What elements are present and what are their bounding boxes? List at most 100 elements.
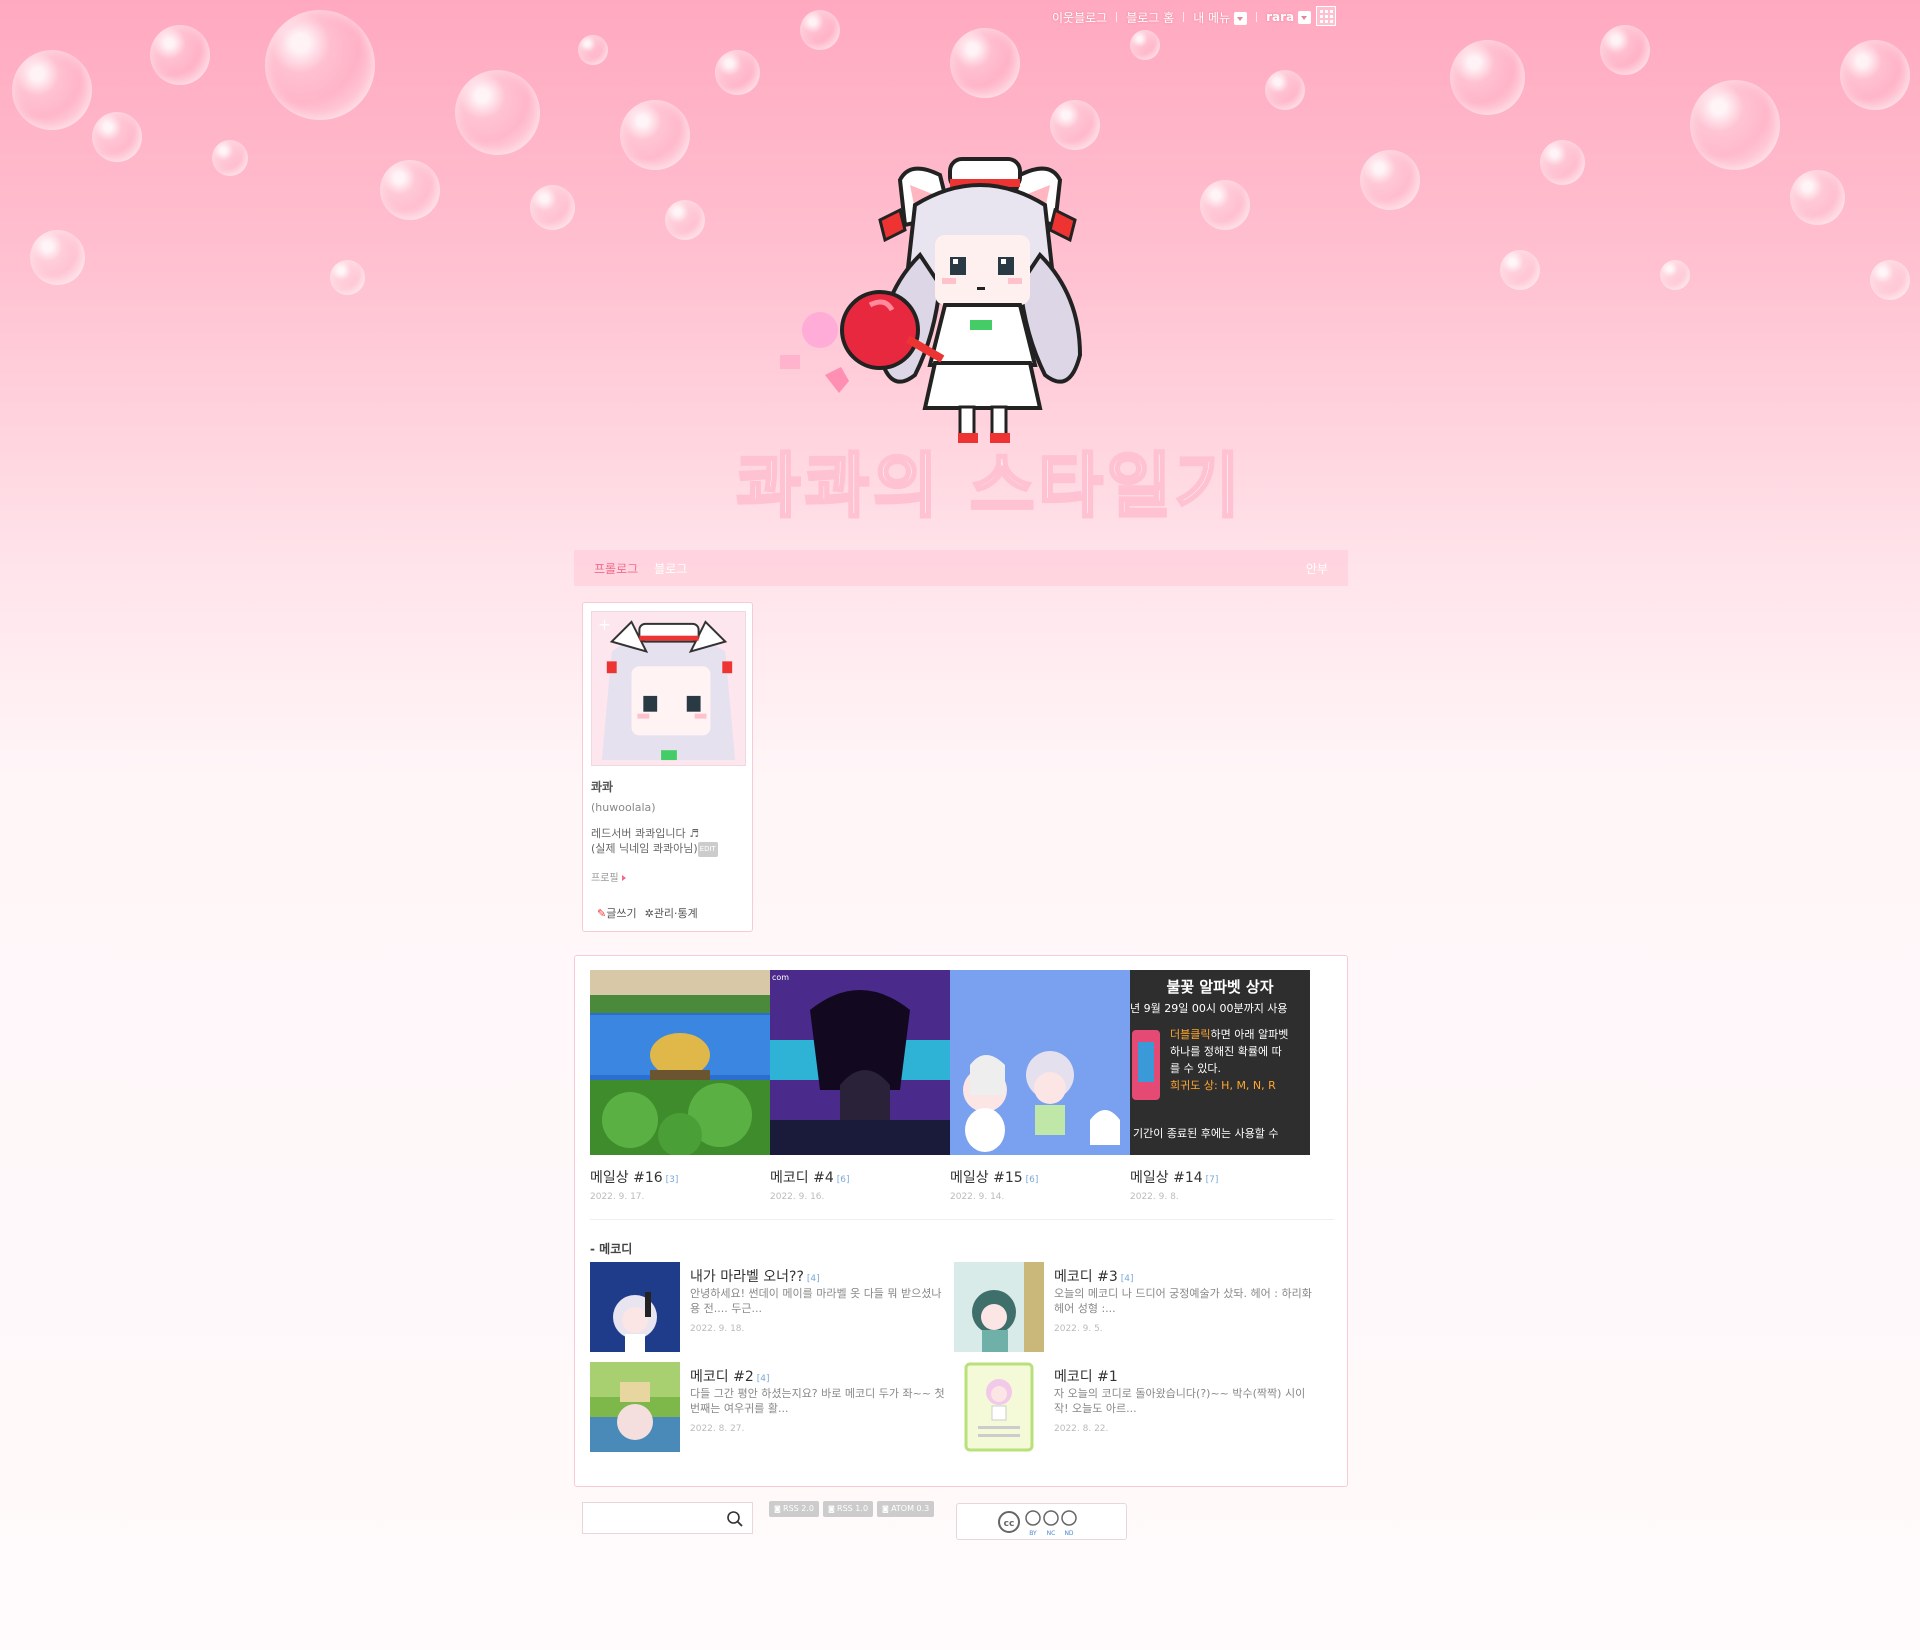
pencil-icon: ✎ [597, 907, 607, 920]
post-excerpt: 안녕하세요! 썬데이 메이를 마라벨 옷 다들 뭐 받으셨나용 전.... 두근… [690, 1287, 942, 1315]
creative-commons-license[interactable]: cc BY NC ND [956, 1503, 1127, 1540]
profile-id: (huwoolala) [591, 801, 656, 814]
comment-count: [7] [1205, 1175, 1219, 1185]
my-menu-dropdown[interactable]: 내 메뉴 [1193, 9, 1248, 26]
blog-home-link[interactable]: 블로그 홈 [1126, 9, 1174, 26]
post-thumbnail[interactable] [590, 1362, 680, 1452]
write-label: 글쓰기 [606, 907, 637, 920]
item-line-highlight: 더블클릭 [1170, 1028, 1211, 1041]
nav-separator [1256, 12, 1258, 22]
post-thumbnail[interactable] [590, 1262, 680, 1352]
character-illustration: 콰콰의 스타일기 [735, 157, 1243, 529]
item-name: 불꽃 알파벳 상자 [1166, 978, 1274, 996]
comment-count: [3] [665, 1175, 679, 1185]
item-line: 기간이 종료된 후에는 사용할 수 [1133, 1127, 1279, 1140]
tab-blog[interactable]: 블로그 [654, 560, 687, 577]
write-button[interactable]: ✎글쓰기 [597, 905, 637, 921]
svg-text:+: + [598, 615, 611, 634]
post-excerpt: 자 오늘의 코디로 돌아왔습니다(?)~~ 박수(짝짝) 시이작! 오늘도 아르… [1054, 1387, 1306, 1415]
chevron-down-icon [1234, 11, 1248, 25]
my-menu-label: 내 메뉴 [1193, 10, 1231, 25]
cc-license-icon: cc BY NC ND [997, 1509, 1077, 1537]
item-line: 하면 아래 알파벳 [1210, 1028, 1289, 1041]
prologue-content: 메일상 #16 [3] 2022. 9. 17. com 메코디 #4 [6] 20… [574, 955, 1348, 1487]
featured-title: 메코디 #4 [770, 1170, 834, 1186]
profile-actions: ✎글쓰기 ✲관리·통계 [597, 905, 698, 921]
profile-link[interactable]: 프로필 [591, 869, 744, 884]
comment-count: [6] [1025, 1175, 1039, 1185]
blog-menu-bar: 프롤로그 블로그 안부 [574, 550, 1348, 586]
app-grid-icon[interactable] [1316, 6, 1336, 26]
comment-count: [4] [1120, 1274, 1134, 1284]
category-post[interactable]: 메코디 #3 [4] 오늘의 메코디 나 드디어 궁정예술가 샀돠. 헤어 : 하… [954, 1262, 1312, 1352]
featured-thumbnail[interactable] [950, 970, 1130, 1155]
post-date: 2022. 9. 18. [690, 1324, 745, 1334]
gear-icon: ✲ [644, 907, 654, 920]
post-date: 2022. 8. 22. [1054, 1424, 1109, 1434]
blog-title-banner: 콰콰의 스타일기 [730, 145, 1250, 529]
post-date: 2022. 9. 5. [1054, 1324, 1103, 1334]
post-title: 내가 마라벨 오너?? [690, 1269, 804, 1285]
profile-nickname: 콰콰 [591, 780, 614, 794]
rss1-link[interactable]: RSS 1.0 [823, 1501, 874, 1517]
featured-title: 메일상 #14 [1130, 1170, 1203, 1186]
featured-title: 메일상 #15 [950, 1170, 1023, 1186]
post-excerpt: 오늘의 메코디 나 드디어 궁정예술가 샀돠. 헤어 : 하리화 헤어 성형 :… [1054, 1287, 1312, 1315]
manage-stats-button[interactable]: ✲관리·통계 [645, 905, 698, 921]
featured-post[interactable]: com 메코디 #4 [6] 2022. 9. 16. [770, 970, 950, 1202]
featured-post[interactable]: 메일상 #15 [6] 2022. 9. 14. [950, 970, 1130, 1202]
rss2-link[interactable]: RSS 2.0 [769, 1501, 820, 1517]
section-divider [590, 1219, 1334, 1220]
profile-description: 레드서버 콰콰입니다 ♬ (실제 닉네임 콰콰아님) EDIT [591, 826, 744, 857]
top-navigation: 이웃블로그 블로그 홈 내 메뉴 rara [1052, 8, 1312, 26]
svg-text:콰콰의 스타일기: 콰콰의 스타일기 [736, 445, 1243, 525]
atom-link[interactable]: ATOM 0.3 [877, 1501, 935, 1517]
edit-badge[interactable]: EDIT [697, 841, 718, 857]
svg-text:com: com [772, 973, 789, 982]
feed-links: RSS 2.0 RSS 1.0 ATOM 0.3 [769, 1501, 935, 1517]
featured-thumbnail[interactable]: 불꽃 알파벳 상자 년 9월 29일 00시 00분까지 사용 더블클릭하면 아… [1130, 970, 1310, 1155]
item-line: 희귀도 상: H, M, N, R [1170, 1079, 1276, 1092]
item-line: 를 수 있다. [1170, 1062, 1221, 1075]
post-thumbnail[interactable] [954, 1362, 1044, 1452]
cc-by-label: BY [1029, 1530, 1037, 1537]
post-date: 2022. 8. 27. [690, 1424, 745, 1434]
featured-post[interactable]: 메일상 #16 [3] 2022. 9. 17. [590, 970, 770, 1202]
guestbook-link[interactable]: 안부 [1306, 560, 1328, 577]
comment-count: [4] [806, 1274, 820, 1284]
tab-prologue[interactable]: 프롤로그 [594, 560, 638, 577]
featured-thumbnail[interactable]: com [770, 970, 950, 1155]
cc-nd-label: ND [1064, 1530, 1073, 1537]
svg-text:cc: cc [1003, 1519, 1014, 1529]
nav-separator [1183, 12, 1185, 22]
featured-date: 2022. 9. 14. [950, 1192, 1005, 1202]
post-thumbnail[interactable] [954, 1262, 1044, 1352]
comment-count: [4] [756, 1374, 770, 1384]
profile-desc-line1: 레드서버 콰콰입니다 ♬ [591, 827, 699, 840]
item-line: 년 9월 29일 00시 00분까지 사용 [1130, 1002, 1288, 1015]
neighbor-blog-link[interactable]: 이웃블로그 [1052, 9, 1107, 26]
user-name: rara [1266, 10, 1295, 24]
profile-avatar[interactable]: + [591, 611, 746, 766]
post-title: 메코디 #2 [690, 1369, 754, 1385]
profile-card: + 콰콰 (huwoolala) 레드서버 콰콰입니다 ♬ (실제 닉네임 콰콰… [582, 602, 753, 932]
post-excerpt: 다들 그간 평안 하셨는지요? 바로 메코디 두가 좌~~ 첫번째는 여우귀를 … [690, 1387, 945, 1415]
search-icon[interactable] [726, 1510, 744, 1528]
chevron-down-icon [1298, 11, 1312, 24]
featured-title: 메일상 #16 [590, 1170, 663, 1186]
category-title[interactable]: - 메코디 [590, 1240, 632, 1257]
featured-posts: 메일상 #16 [3] 2022. 9. 17. com 메코디 #4 [6] 20… [590, 970, 1310, 1202]
category-post[interactable]: 메코디 #2 [4] 다들 그간 평안 하셨는지요? 바로 메코디 두가 좌~~ … [590, 1362, 945, 1452]
category-post[interactable]: 내가 마라벨 오너?? [4] 안녕하세요! 썬데이 메이를 마라벨 옷 다들 뭐… [590, 1262, 942, 1352]
cc-nc-label: NC [1046, 1530, 1055, 1537]
avatar-illustration: + [592, 612, 745, 765]
featured-date: 2022. 9. 8. [1130, 1192, 1179, 1202]
manage-label: 관리·통계 [653, 907, 698, 920]
category-post[interactable]: 메코디 #1 자 오늘의 코디로 돌아왔습니다(?)~~ 박수(짝짝) 시이작!… [954, 1362, 1305, 1452]
featured-post[interactable]: 불꽃 알파벳 상자 년 9월 29일 00시 00분까지 사용 더블클릭하면 아… [1130, 970, 1310, 1202]
user-menu-dropdown[interactable]: rara [1266, 10, 1312, 24]
post-title: 메코디 #3 [1054, 1269, 1118, 1285]
featured-thumbnail[interactable] [590, 970, 770, 1155]
search-input[interactable] [583, 1503, 718, 1533]
blog-search [582, 1502, 753, 1534]
